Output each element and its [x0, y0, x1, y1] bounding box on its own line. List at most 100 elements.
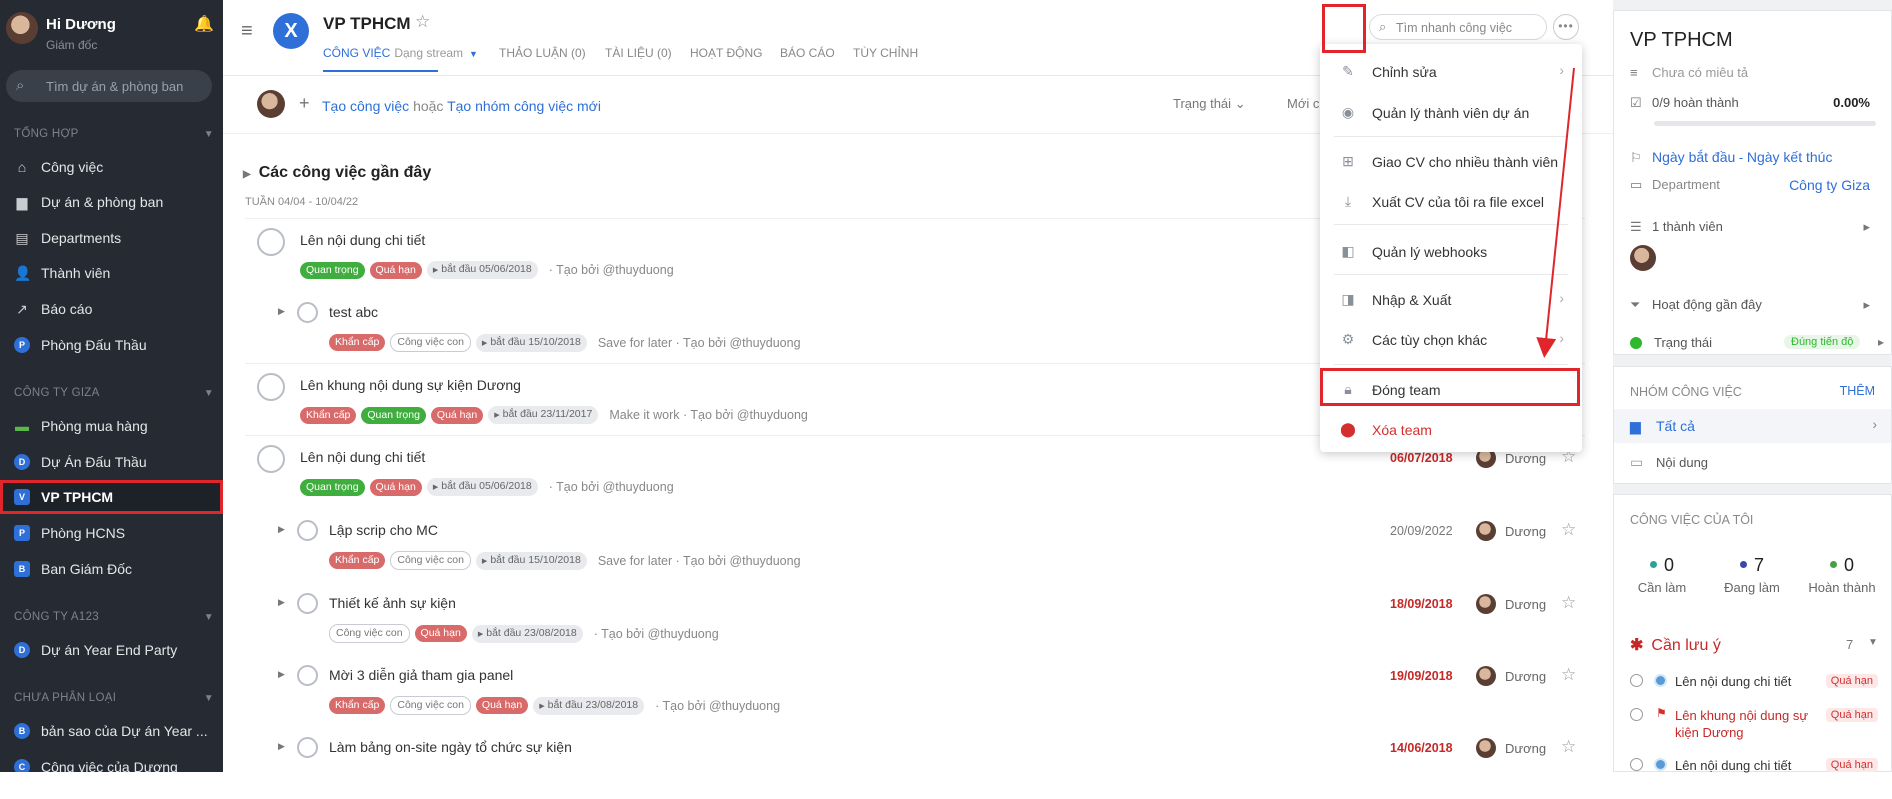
- section-chua-phan-loai[interactable]: CHƯA PHÂN LOẠI ▼: [14, 692, 214, 704]
- star-icon[interactable]: ☆: [1561, 665, 1576, 685]
- task-title[interactable]: Lên nội dung chi tiết: [300, 232, 425, 248]
- task-checkbox[interactable]: [297, 302, 318, 323]
- caret-down-icon[interactable]: ▼: [204, 612, 214, 623]
- sidebar-item-ban-giam-doc[interactable]: B Ban Giám Đốc: [0, 552, 223, 586]
- avatar[interactable]: [1476, 521, 1496, 541]
- attention-header[interactable]: ✱ Cần lưu ý: [1630, 635, 1721, 655]
- task-checkbox[interactable]: [297, 665, 318, 686]
- star-icon[interactable]: ☆: [1561, 520, 1576, 540]
- count-done[interactable]: 0 Hoàn thành: [1802, 555, 1882, 595]
- task-title[interactable]: Mời 3 diễn giả tham gia panel: [329, 667, 513, 683]
- task-checkbox[interactable]: [297, 593, 318, 614]
- task-row[interactable]: ▶ Thiết kế ảnh sự kiện Công việc con Quá hạ…: [223, 585, 1613, 655]
- task-checkbox[interactable]: [257, 373, 285, 401]
- sidebar-item-departments[interactable]: ▤ Departments: [0, 221, 223, 255]
- section-tong-hop[interactable]: TỔNG HỢP ▼: [14, 128, 214, 140]
- sidebar-item-bao-cao[interactable]: ↗ Báo cáo: [0, 292, 223, 326]
- task-title[interactable]: Làm bảng on-site ngày tổ chức sự kiện: [329, 739, 572, 755]
- menu-item-assign-multi[interactable]: ⊞ Giao CV cho nhiều thành viên: [1320, 144, 1582, 178]
- menu-item-import-export[interactable]: ◨ Nhập & Xuất ›: [1320, 282, 1582, 316]
- sidebar-item-thanh-vien[interactable]: 👤 Thành viên: [0, 256, 223, 290]
- avatar[interactable]: [1476, 666, 1496, 686]
- tab-cong-viec[interactable]: CÔNG VIỆC Dạng stream ▼: [323, 46, 478, 60]
- sidebar-item-cong-viec-duong[interactable]: C Công việc của Dương: [0, 750, 223, 772]
- menu-item-webhooks[interactable]: ◧ Quản lý webhooks: [1320, 234, 1582, 268]
- menu-item-edit[interactable]: ✎ Chỉnh sửa ›: [1320, 54, 1582, 88]
- chevron-right-icon[interactable]: ▸: [1878, 335, 1884, 349]
- radio-icon[interactable]: [1630, 758, 1643, 771]
- radio-icon[interactable]: [1630, 708, 1643, 721]
- task-checkbox[interactable]: [257, 445, 285, 473]
- activity-row[interactable]: ⏷ Hoạt động gần đây ▸: [1630, 297, 1880, 313]
- sidebar-item-ban-sao[interactable]: Bbản sao của Dự án Year ...: [0, 714, 223, 748]
- sort-filter[interactable]: Mới c: [1287, 96, 1319, 111]
- task-checkbox[interactable]: [257, 228, 285, 256]
- tab-thao-luan[interactable]: THẢO LUẬN (0): [499, 46, 586, 60]
- caret-down-icon[interactable]: ▼: [469, 49, 478, 59]
- plus-icon[interactable]: +: [299, 93, 310, 114]
- menu-icon[interactable]: ≡: [241, 20, 253, 43]
- task-title[interactable]: test abc: [329, 304, 378, 320]
- caret-right-icon[interactable]: ▶: [278, 306, 285, 317]
- avatar[interactable]: [1476, 594, 1496, 614]
- caret-down-icon[interactable]: ▼: [204, 693, 214, 704]
- caret-right-icon[interactable]: ▶: [278, 597, 285, 608]
- caret-down-icon[interactable]: ▼: [1868, 637, 1878, 648]
- task-title[interactable]: Lên khung nội dung sự kiện Dương: [300, 377, 521, 393]
- avatar[interactable]: [6, 12, 38, 44]
- bell-icon[interactable]: 🔔: [194, 14, 214, 34]
- sidebar-item-phong-mua-hang[interactable]: ▬ Phòng mua hàng: [0, 409, 223, 443]
- more-options-button[interactable]: •••: [1553, 14, 1579, 40]
- menu-item-delete-team[interactable]: ⬤ Xóa team: [1320, 412, 1582, 446]
- task-checkbox[interactable]: [297, 737, 318, 758]
- star-icon[interactable]: ☆: [1561, 593, 1576, 613]
- menu-item-manage-members[interactable]: ◉ Quản lý thành viên dự án: [1320, 95, 1582, 129]
- create-group-link[interactable]: Tạo nhóm công việc mới: [447, 98, 601, 114]
- sidebar-item-cong-viec[interactable]: ⌂ Công việc: [0, 150, 223, 184]
- caret-down-icon[interactable]: ▼: [204, 388, 214, 399]
- star-icon[interactable]: ☆: [415, 12, 430, 32]
- caret-right-icon[interactable]: ▶: [278, 524, 285, 535]
- project-description[interactable]: ≡ Chưa có miêu tả: [1630, 65, 1880, 80]
- task-title[interactable]: Lập scrip cho MC: [329, 522, 438, 538]
- quick-search-input[interactable]: ⌕ Tìm nhanh công việc: [1369, 14, 1547, 40]
- star-icon[interactable]: ☆: [1561, 737, 1576, 757]
- date-range[interactable]: ⚐ Ngày bắt đầu - Ngày kết thúc: [1630, 149, 1880, 166]
- status-filter[interactable]: Trạng thái ⌄: [1173, 96, 1246, 112]
- caret-right-icon[interactable]: ▶: [243, 169, 251, 180]
- caret-right-icon[interactable]: ▶: [278, 669, 285, 680]
- tab-bao-cao[interactable]: BÁO CÁO: [780, 46, 835, 60]
- user-header[interactable]: Hi Dương Giám đốc 🔔: [0, 0, 223, 62]
- attention-item[interactable]: ⚑ Lên khung nội dung sự kiện Dương Quá hạn: [1630, 705, 1880, 743]
- sidebar-item-du-an[interactable]: ▆ Dự án & phòng ban: [0, 185, 223, 219]
- avatar[interactable]: [1476, 738, 1496, 758]
- caret-down-icon[interactable]: ▼: [204, 129, 214, 140]
- department-row[interactable]: ▭ Department Công ty Giza: [1630, 177, 1880, 193]
- group-title[interactable]: ▶ Các công việc gần đây: [243, 164, 431, 182]
- department-value[interactable]: Công ty Giza: [1789, 177, 1870, 193]
- menu-item-other-options[interactable]: ⚙ Các tùy chọn khác ›: [1320, 322, 1582, 356]
- task-title[interactable]: Thiết kế ảnh sự kiện: [329, 595, 456, 611]
- group-item-all[interactable]: ▆ Tất cả ›: [1614, 409, 1891, 443]
- group-item-content[interactable]: ▭ Nội dung: [1614, 445, 1891, 479]
- task-title[interactable]: Lên nội dung chi tiết: [300, 449, 425, 465]
- radio-icon[interactable]: [1630, 674, 1643, 687]
- count-todo[interactable]: 0 Cần làm: [1622, 555, 1702, 595]
- tab-tai-lieu[interactable]: TÀI LIỆU (0): [605, 46, 672, 60]
- sidebar-item-phong-hcns[interactable]: P Phòng HCNS: [0, 516, 223, 550]
- add-group-button[interactable]: THÊM: [1840, 384, 1875, 398]
- tab-hoat-dong[interactable]: HOẠT ĐỘNG: [690, 46, 762, 60]
- attention-item[interactable]: Lên nội dung chi tiết Quá hạn: [1630, 755, 1880, 785]
- sidebar-item-vp-tphcm[interactable]: V VP TPHCM: [0, 480, 223, 514]
- attention-item[interactable]: Lên nội dung chi tiết Quá hạn: [1630, 671, 1880, 701]
- members-row[interactable]: ☰ 1 thành viên ▸: [1630, 219, 1880, 235]
- create-task-link[interactable]: Tạo công việc: [322, 98, 409, 114]
- end-date[interactable]: Ngày kết thúc: [1747, 149, 1833, 165]
- caret-right-icon[interactable]: ▶: [278, 741, 285, 752]
- avatar[interactable]: [1630, 245, 1656, 271]
- sidebar-search-input[interactable]: ⌕ Tìm dự án & phòng ban: [6, 70, 212, 102]
- sidebar-item-du-an-dau-thau[interactable]: D Dự Án Đấu Thầu: [0, 445, 223, 479]
- tab-tuy-chinh[interactable]: TÙY CHỈNH: [853, 46, 918, 60]
- menu-item-export-excel[interactable]: ⤓ Xuất CV của tôi ra file excel: [1320, 184, 1582, 218]
- section-cong-ty-a123[interactable]: CÔNG TY A123 ▼: [14, 611, 214, 623]
